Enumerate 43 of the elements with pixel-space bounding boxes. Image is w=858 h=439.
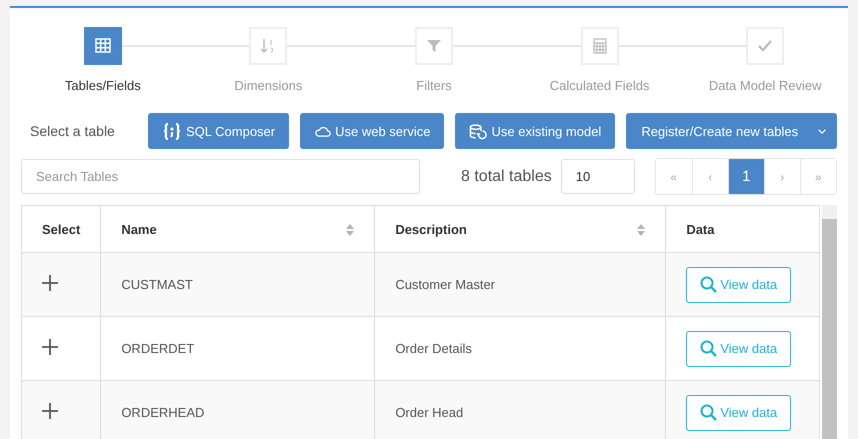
search-icon	[700, 404, 718, 422]
column-header: Select	[22, 206, 101, 253]
action-button[interactable]: Use web service	[300, 113, 444, 149]
filter-icon	[426, 38, 442, 54]
column-header[interactable]: Description	[374, 206, 666, 253]
dropdown-button[interactable]: Register/Create new tables	[626, 113, 837, 149]
search-icon	[700, 340, 718, 358]
step-label: Data Model Review	[708, 78, 822, 93]
plus-icon[interactable]	[42, 339, 58, 356]
table-cell: Order Head	[374, 380, 666, 439]
page-button[interactable]: 1	[728, 159, 764, 194]
grid-icon	[94, 38, 111, 54]
plus-icon[interactable]	[42, 403, 58, 420]
toolbar-label: Select a table	[29, 123, 116, 139]
sort-icon	[346, 224, 354, 236]
table-cell: CUSTMAST	[100, 252, 375, 317]
view-data-button[interactable]: View data	[686, 266, 792, 303]
step-label: Tables/Fields	[64, 78, 141, 93]
cloud-icon	[314, 124, 332, 138]
caret-icon	[817, 128, 827, 134]
view-data-button[interactable]: View data	[686, 394, 792, 431]
step-label: Dimensions	[234, 78, 302, 93]
database-icon	[469, 122, 488, 140]
action-button[interactable]: SQL Composer	[148, 113, 290, 149]
step-label: Filters	[416, 78, 452, 93]
calculator-icon	[592, 38, 608, 54]
search-icon	[700, 276, 718, 294]
check-icon	[757, 38, 774, 54]
total-count: 8 total tables	[461, 168, 552, 186]
search-field[interactable]: Search Tables	[21, 159, 420, 194]
step-label: Calculated Fields	[550, 78, 650, 93]
page-button[interactable]: »	[800, 159, 836, 194]
sort-icon	[637, 224, 646, 236]
table-cell: Customer Master	[374, 252, 666, 317]
step-button[interactable]	[84, 27, 122, 65]
scrollbar[interactable]	[822, 205, 837, 439]
action-button[interactable]: Use existing model	[455, 113, 616, 149]
plus-icon[interactable]	[42, 275, 58, 292]
page-size-field[interactable]: 10	[560, 159, 635, 194]
column-header[interactable]: Name	[100, 206, 375, 253]
braces-icon	[162, 122, 182, 140]
table-cell: ORDERHEAD	[100, 380, 375, 439]
view-data-button[interactable]: View data	[686, 330, 792, 367]
